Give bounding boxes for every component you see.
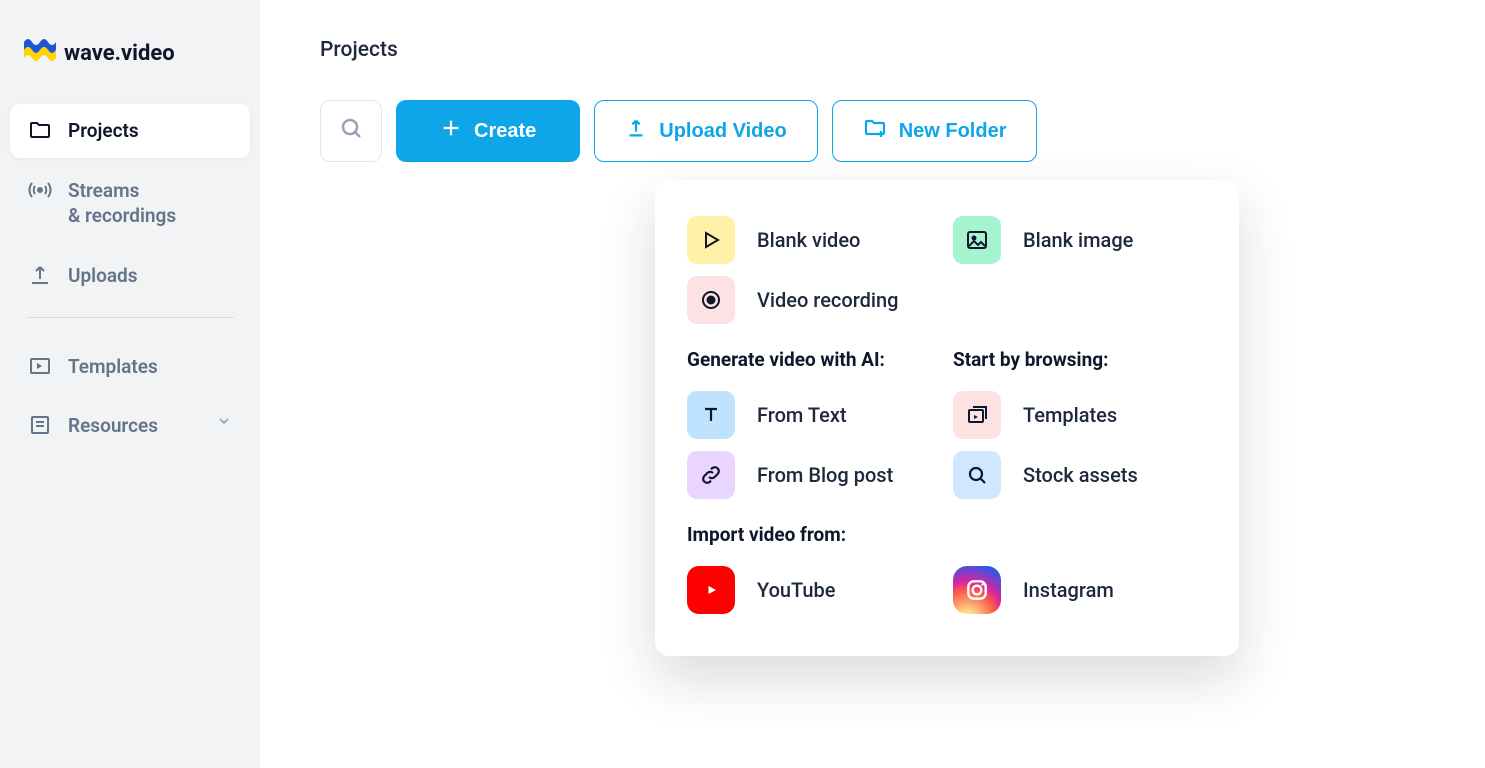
templates-icon xyxy=(28,354,52,378)
menu-item-from-blog[interactable]: From Blog post xyxy=(687,445,941,505)
wave-logo-icon xyxy=(24,38,56,68)
image-icon xyxy=(953,216,1001,264)
toolbar: Create Upload Video New Folder xyxy=(320,100,1425,162)
menu-item-youtube[interactable]: YouTube xyxy=(687,560,941,620)
menu-item-blank-video[interactable]: Blank video xyxy=(687,210,941,270)
resources-icon xyxy=(28,413,52,437)
plus-icon xyxy=(440,117,462,145)
upload-button-label: Upload Video xyxy=(659,120,786,143)
upload-icon xyxy=(625,117,647,145)
menu-item-blank-image[interactable]: Blank image xyxy=(953,210,1207,270)
folder-icon xyxy=(28,118,52,142)
search-button[interactable] xyxy=(320,100,382,162)
menu-item-label: Instagram xyxy=(1023,578,1114,602)
menu-item-label: Blank video xyxy=(757,228,860,252)
new-folder-button[interactable]: New Folder xyxy=(832,100,1038,162)
folder-plus-icon xyxy=(863,116,887,146)
play-icon xyxy=(687,216,735,264)
sidebar-item-label: Templates xyxy=(68,354,158,380)
menu-item-instagram[interactable]: Instagram xyxy=(953,560,1207,620)
search-icon xyxy=(953,451,1001,499)
main-content: Projects Create Upload Video xyxy=(260,0,1485,768)
link-icon xyxy=(687,451,735,499)
create-dropdown: Blank video Blank image Video r xyxy=(655,180,1239,656)
sidebar-item-label: Resources xyxy=(68,413,158,439)
create-button[interactable]: Create xyxy=(396,100,580,162)
sidebar-item-streams[interactable]: Streams & recordings xyxy=(10,164,250,243)
youtube-icon xyxy=(687,566,735,614)
page-title: Projects xyxy=(320,38,1425,62)
search-icon xyxy=(339,116,363,146)
upload-icon xyxy=(28,263,52,287)
brand-logo[interactable]: wave.video xyxy=(10,38,250,104)
instagram-icon xyxy=(953,566,1001,614)
menu-item-label: From Blog post xyxy=(757,463,893,487)
menu-item-templates[interactable]: Templates xyxy=(953,385,1207,445)
text-icon xyxy=(687,391,735,439)
chevron-down-icon xyxy=(216,413,232,429)
menu-item-label: From Text xyxy=(757,403,847,427)
template-stack-icon xyxy=(953,391,1001,439)
menu-item-label: Stock assets xyxy=(1023,463,1138,487)
menu-heading-import: Import video from: xyxy=(687,523,1207,546)
menu-item-label: YouTube xyxy=(757,578,836,602)
menu-item-label: Blank image xyxy=(1023,228,1133,252)
menu-item-label: Templates xyxy=(1023,403,1117,427)
sidebar-item-label: Streams & recordings xyxy=(68,178,176,229)
sidebar-item-resources[interactable]: Resources xyxy=(10,399,250,453)
broadcast-icon xyxy=(28,178,52,202)
menu-heading-ai: Generate video with AI: xyxy=(687,348,941,371)
menu-item-video-recording[interactable]: Video recording xyxy=(687,270,941,330)
sidebar-item-projects[interactable]: Projects xyxy=(10,104,250,158)
new-folder-button-label: New Folder xyxy=(899,120,1007,143)
sidebar-item-uploads[interactable]: Uploads xyxy=(10,249,250,303)
upload-video-button[interactable]: Upload Video xyxy=(594,100,817,162)
create-button-label: Create xyxy=(474,120,536,143)
menu-item-stock-assets[interactable]: Stock assets xyxy=(953,445,1207,505)
sidebar: wave.video Projects Streams & recordings xyxy=(0,0,260,768)
sidebar-item-label: Projects xyxy=(68,118,139,144)
menu-heading-browse: Start by browsing: xyxy=(953,348,1207,371)
menu-item-label: Video recording xyxy=(757,288,898,312)
brand-name: wave.video xyxy=(64,41,175,66)
sidebar-item-templates[interactable]: Templates xyxy=(10,340,250,394)
record-icon xyxy=(687,276,735,324)
sidebar-divider xyxy=(26,317,234,318)
sidebar-item-label: Uploads xyxy=(68,263,138,289)
menu-item-from-text[interactable]: From Text xyxy=(687,385,941,445)
